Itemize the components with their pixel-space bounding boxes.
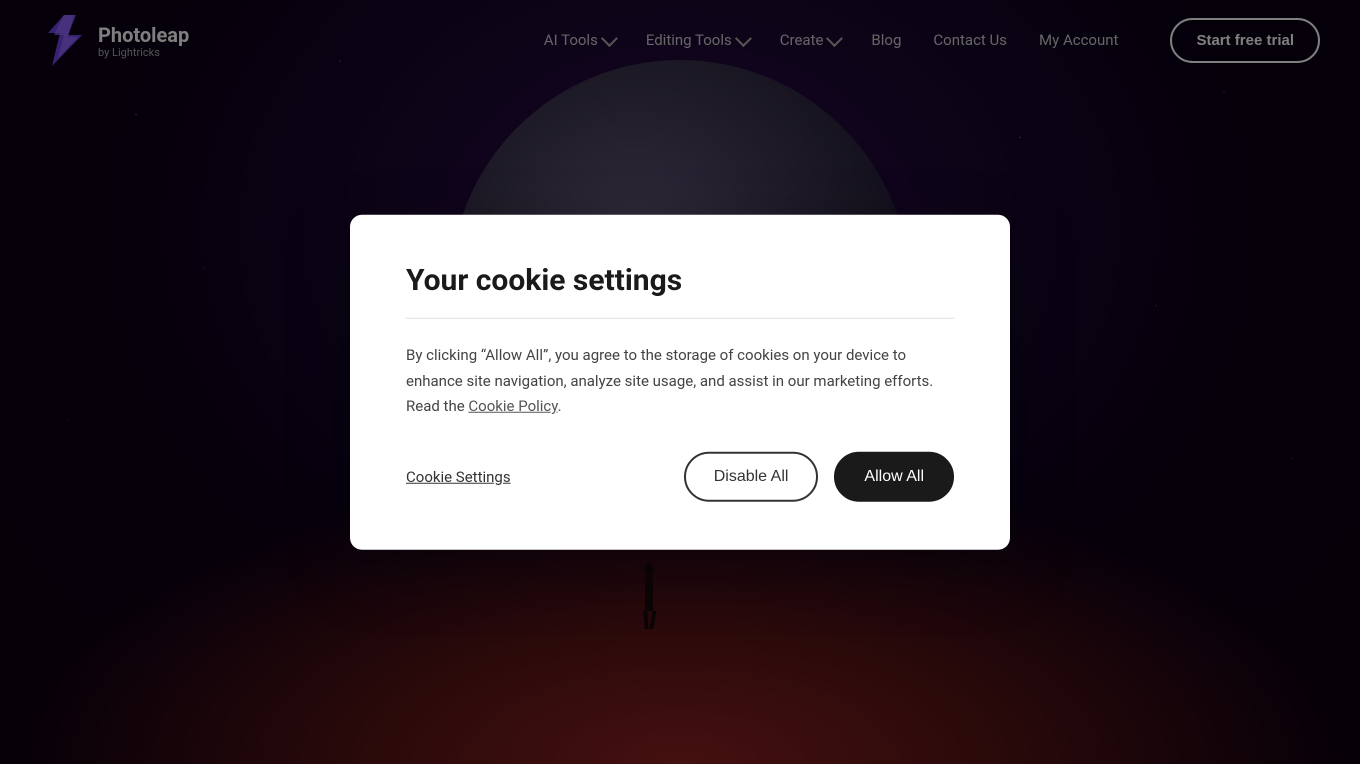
disable-all-button[interactable]: Disable All bbox=[684, 451, 819, 501]
modal-body: By clicking “Allow All”, you agree to th… bbox=[406, 343, 954, 420]
modal-title: Your cookie settings bbox=[406, 263, 954, 298]
allow-all-button[interactable]: Allow All bbox=[834, 451, 954, 501]
cookie-modal: Your cookie settings By clicking “Allow … bbox=[350, 215, 1010, 550]
cookie-settings-link[interactable]: Cookie Settings bbox=[406, 467, 511, 485]
modal-footer: Cookie Settings Disable All Allow All bbox=[406, 451, 954, 501]
modal-divider bbox=[406, 318, 954, 319]
cookie-policy-link[interactable]: Cookie Policy bbox=[468, 397, 557, 415]
